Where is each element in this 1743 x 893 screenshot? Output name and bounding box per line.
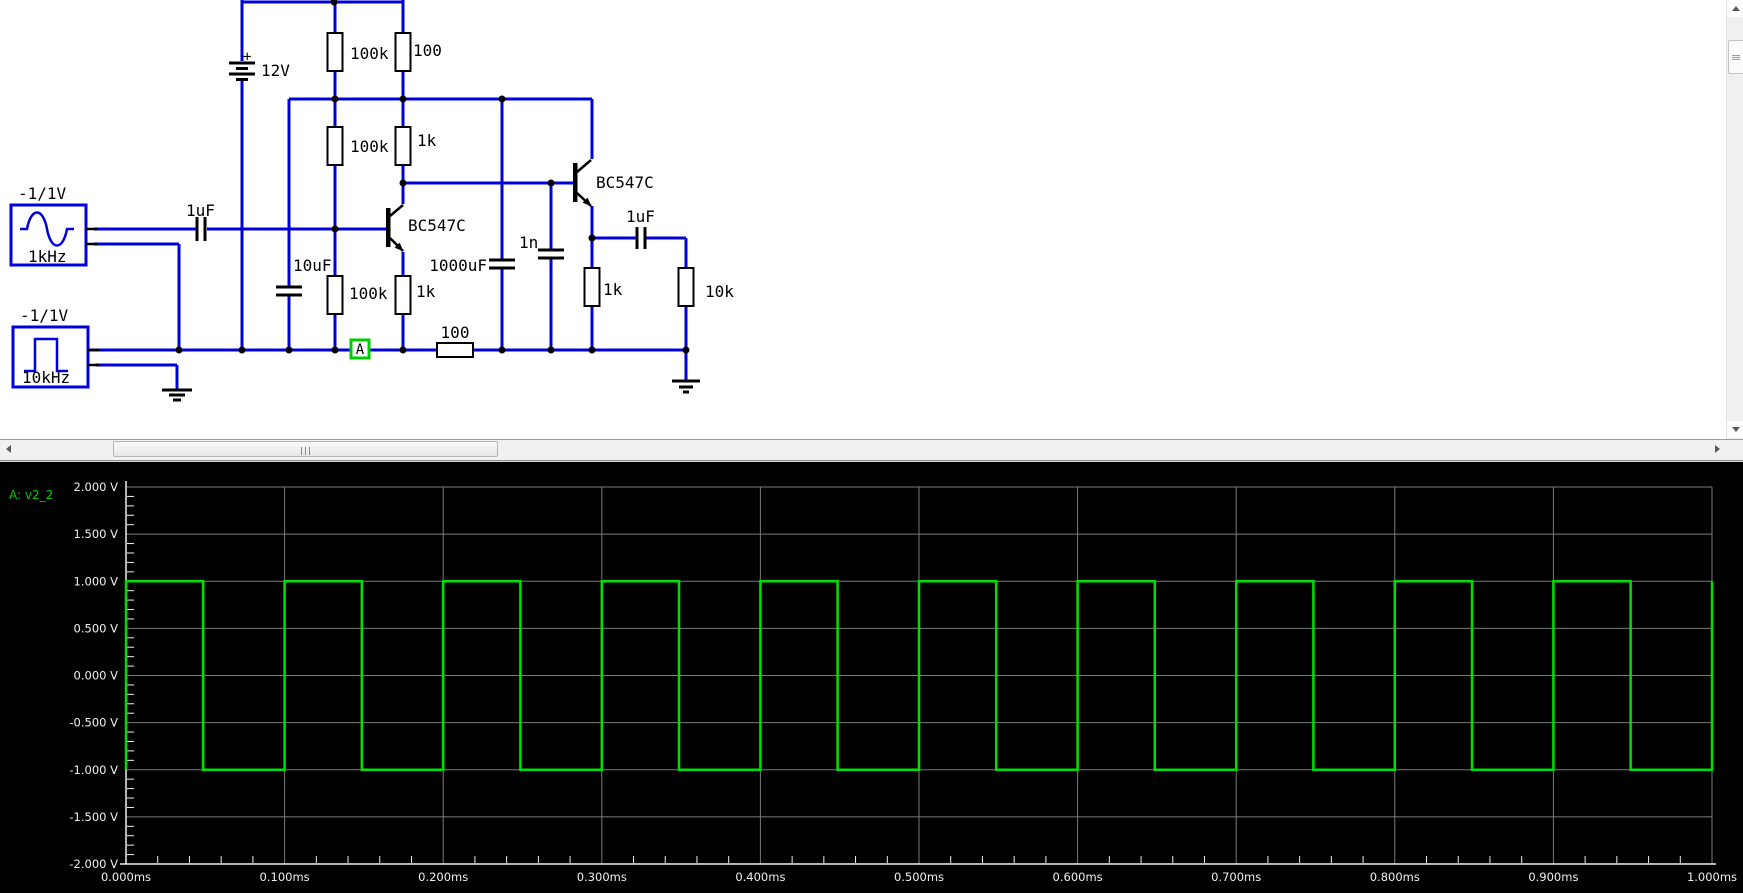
y-tick-label: -2.000 V	[69, 857, 118, 871]
scrollbar-corner	[1726, 440, 1743, 457]
horizontal-scroll-thumb[interactable]	[113, 441, 498, 457]
probe-a-marker[interactable]: A	[349, 338, 371, 360]
trace-name-label: A: v2_2	[9, 488, 53, 502]
transistor-q2[interactable]: BC547C	[573, 159, 654, 207]
source-sine-range: -1/1V	[18, 184, 67, 203]
x-tick-label: 0.600ms	[1053, 870, 1103, 884]
x-tick-label: 1.000ms	[1687, 870, 1737, 884]
x-tick-label: 0.200ms	[418, 870, 468, 884]
x-tick-label: 0.100ms	[260, 870, 310, 884]
source-square-range: -1/1V	[20, 306, 69, 325]
y-tick-label: 2.000 V	[74, 480, 119, 494]
capacitor-labels: 1uF 10uF 1000uF 1n 1uF	[186, 201, 655, 275]
transistor-q1[interactable]: BC547C	[386, 204, 466, 252]
resistor-bodies[interactable]	[326, 32, 695, 358]
schematic-svg: + 12V -1/1V 1kHz -1/1V 10kHz 100k 100 10…	[9, 0, 734, 402]
label-q2: BC547C	[596, 173, 654, 192]
source-square-freq: 10kHz	[22, 368, 70, 387]
scroll-up-button[interactable]	[1727, 0, 1743, 17]
ground-icon-right	[672, 379, 700, 394]
vertical-scroll-thumb[interactable]	[1728, 40, 1743, 74]
battery-label: 12V	[261, 61, 290, 80]
label-r-mid1: 100k	[350, 137, 389, 156]
x-tick-label: 0.700ms	[1211, 870, 1261, 884]
resistor-r-top1	[326, 32, 344, 72]
waveform-plot: 2.000 V 1.500 V 1.000 V 0.500 V 0.000 V -0.50…	[9, 480, 1737, 884]
label-r-top1: 100k	[350, 44, 389, 63]
thumb-grip-icon	[300, 440, 312, 459]
battery-plus-sign: +	[243, 49, 251, 65]
resistor-r-bot1	[326, 275, 344, 315]
plot-tick-marks	[127, 495, 1681, 863]
arrow-up-icon	[1731, 6, 1740, 11]
waveform-viewer: 2.000 V 1.500 V 1.000 V 0.500 V 0.000 V -0.50…	[0, 462, 1743, 893]
resistor-r-q2-emitter	[583, 267, 601, 307]
label-c-supply: 1000uF	[429, 256, 487, 275]
label-c-small: 1n	[519, 233, 538, 252]
x-tick-label: 0.300ms	[577, 870, 627, 884]
resistor-r-mid1	[326, 126, 344, 166]
y-tick-label: -0.500 V	[69, 716, 118, 730]
thumb-grip-icon	[1732, 54, 1740, 61]
x-tick-label: 0.900ms	[1528, 870, 1578, 884]
label-c-out: 1uF	[626, 207, 655, 226]
label-r-out: 10k	[705, 282, 734, 301]
resistor-r-out	[677, 267, 695, 307]
arrow-down-icon	[1731, 427, 1740, 432]
x-tick-label: 0.500ms	[894, 870, 944, 884]
label-r-series: 100	[441, 323, 470, 342]
y-tick-label: 0.500 V	[74, 621, 119, 635]
scroll-down-button[interactable]	[1727, 421, 1743, 438]
label-c-bypass: 10uF	[293, 256, 332, 275]
y-tick-label: -1.000 V	[69, 763, 118, 777]
label-r-bot1: 100k	[349, 284, 388, 303]
app-window: + 12V -1/1V 1kHz -1/1V 10kHz 100k 100 10…	[0, 0, 1743, 893]
horizontal-scrollbar[interactable]	[0, 440, 1743, 457]
resistor-r-series	[436, 342, 474, 358]
y-tick-label: -1.500 V	[69, 810, 118, 824]
ground-icon-left	[162, 388, 192, 402]
plot-tick-labels: 2.000 V 1.500 V 1.000 V 0.500 V 0.000 V -0.50…	[69, 480, 1737, 884]
probe-a-label: A	[356, 342, 365, 358]
label-q1: BC547C	[408, 216, 466, 235]
battery-12v[interactable]: + 12V	[229, 49, 290, 81]
y-tick-label: 0.000 V	[74, 669, 119, 683]
source-square-10khz[interactable]: -1/1V 10kHz	[11, 306, 99, 389]
label-c-in: 1uF	[186, 201, 215, 220]
scroll-left-button[interactable]	[0, 440, 17, 457]
arrow-right-icon	[1715, 444, 1720, 453]
label-r-bot2: 1k	[416, 282, 436, 301]
y-tick-label: 1.500 V	[74, 527, 119, 541]
source-sine-freq: 1kHz	[28, 247, 67, 266]
scroll-right-button[interactable]	[1709, 440, 1726, 457]
resistor-r-mid2	[394, 126, 412, 166]
resistor-r-bot2	[394, 275, 412, 315]
vertical-scrollbar[interactable]	[1726, 0, 1743, 439]
x-tick-label: 0.000ms	[101, 870, 151, 884]
resistor-r-top2	[394, 32, 412, 72]
x-tick-label: 0.400ms	[735, 870, 785, 884]
schematic-canvas[interactable]: + 12V -1/1V 1kHz -1/1V 10kHz 100k 100 10…	[0, 0, 1726, 439]
arrow-left-icon	[6, 444, 11, 453]
label-r-mid2: 1k	[417, 131, 437, 150]
source-sine-1khz[interactable]: -1/1V 1kHz	[9, 184, 97, 267]
x-tick-label: 0.800ms	[1370, 870, 1420, 884]
y-tick-label: 1.000 V	[74, 574, 119, 588]
label-r-q2-emitter: 1k	[603, 280, 623, 299]
label-r-top2: 100	[413, 41, 442, 60]
